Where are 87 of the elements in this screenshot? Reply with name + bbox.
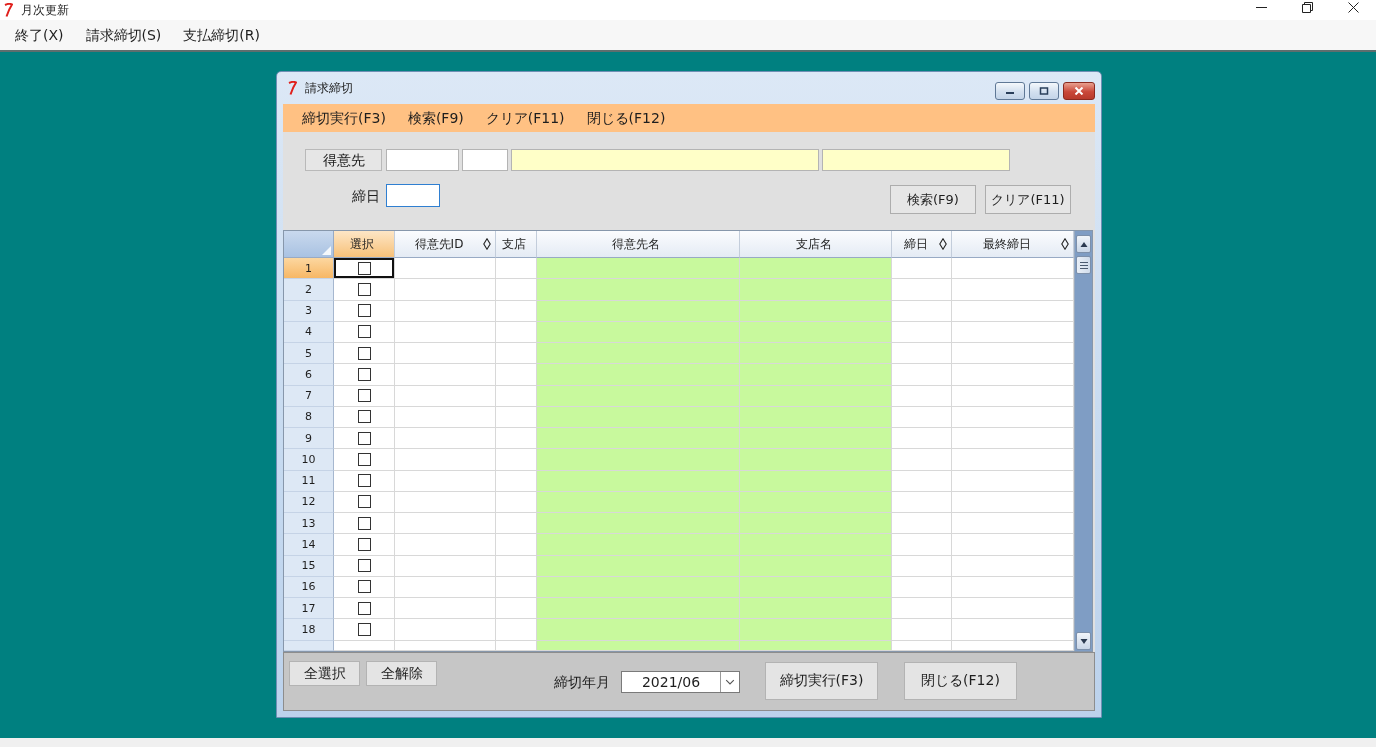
scroll-up-button[interactable] bbox=[1076, 235, 1091, 253]
column-header[interactable]: 支店 bbox=[496, 231, 537, 258]
row-header[interactable]: 3 bbox=[284, 300, 334, 322]
column-header[interactable]: 支店名 bbox=[740, 231, 892, 258]
row-header[interactable]: 13 bbox=[284, 513, 334, 535]
scroll-down-button[interactable] bbox=[1076, 632, 1091, 650]
row-header[interactable]: 1 bbox=[284, 258, 334, 280]
select-button[interactable]: 全解除 bbox=[366, 661, 437, 686]
row-header[interactable]: 15 bbox=[284, 555, 334, 577]
logo-icon bbox=[4, 3, 13, 17]
toolbar-button[interactable]: 締切実行(F3) bbox=[302, 108, 386, 128]
checkbox[interactable] bbox=[357, 282, 371, 296]
up-triangle-icon bbox=[1079, 240, 1088, 248]
dialog-title: 請求締切 bbox=[305, 80, 353, 96]
input-field[interactable] bbox=[386, 149, 459, 171]
row-header[interactable]: 4 bbox=[284, 321, 334, 343]
toolbar-button[interactable]: 閉じる(F12) bbox=[586, 108, 666, 128]
filter-button[interactable]: 検索(F9) bbox=[890, 185, 976, 214]
checkbox[interactable] bbox=[357, 346, 371, 360]
menu-item[interactable]: 請求締切(S) bbox=[74, 24, 173, 46]
checkbox[interactable] bbox=[357, 580, 371, 594]
checkbox[interactable] bbox=[357, 559, 371, 573]
action-button[interactable]: 締切実行(F3) bbox=[765, 662, 878, 700]
checkbox[interactable] bbox=[357, 601, 371, 615]
maximize-button[interactable] bbox=[1029, 82, 1059, 100]
row-header[interactable]: 7 bbox=[284, 385, 334, 407]
row-header[interactable]: 14 bbox=[284, 534, 334, 556]
row-header[interactable]: 11 bbox=[284, 470, 334, 492]
grip-icon bbox=[1079, 261, 1088, 269]
action-button[interactable]: 閉じる(F12) bbox=[904, 662, 1017, 700]
column-header[interactable]: 最終締日 bbox=[952, 231, 1074, 258]
checkbox[interactable] bbox=[357, 325, 371, 339]
maximize-icon bbox=[1039, 87, 1049, 95]
month-select[interactable]: 2021/06 bbox=[621, 671, 740, 693]
checkbox[interactable] bbox=[357, 367, 371, 381]
window-title: 月次更新 bbox=[21, 2, 69, 18]
checkbox[interactable] bbox=[357, 452, 371, 466]
field-label: 締切年月 bbox=[554, 673, 610, 692]
checkbox[interactable] bbox=[357, 474, 371, 488]
scrollbar-track[interactable] bbox=[1074, 231, 1092, 651]
checkbox[interactable] bbox=[357, 516, 371, 530]
column-header[interactable]: 得意先名 bbox=[537, 231, 740, 258]
checkbox[interactable] bbox=[357, 622, 371, 636]
row-header[interactable]: 6 bbox=[284, 364, 334, 386]
column-header[interactable]: 選択 bbox=[334, 231, 395, 258]
checkbox[interactable] bbox=[357, 389, 371, 403]
close-icon bbox=[1074, 87, 1084, 95]
minimize-button[interactable] bbox=[995, 82, 1025, 100]
checkbox[interactable] bbox=[357, 495, 371, 509]
menu-item[interactable]: 終了(X) bbox=[4, 24, 75, 46]
scrollbar-thumb[interactable] bbox=[1076, 256, 1091, 274]
checkbox[interactable] bbox=[357, 304, 371, 318]
input-field[interactable] bbox=[462, 149, 508, 171]
input-field[interactable] bbox=[386, 184, 440, 207]
checkbox[interactable] bbox=[357, 431, 371, 445]
checkbox[interactable] bbox=[357, 410, 371, 424]
customer-button[interactable]: 得意先 bbox=[305, 149, 382, 171]
diamond-icon bbox=[483, 238, 491, 250]
row-header[interactable]: 8 bbox=[284, 406, 334, 428]
column-header[interactable]: 得意先ID bbox=[395, 231, 496, 258]
diamond-icon bbox=[939, 238, 947, 250]
row-header[interactable]: 16 bbox=[284, 576, 334, 598]
filter-button[interactable]: クリア(F11) bbox=[985, 185, 1071, 214]
row-header[interactable]: 9 bbox=[284, 428, 334, 450]
column-header[interactable]: 締日 bbox=[892, 231, 952, 258]
select-button[interactable]: 全選択 bbox=[289, 661, 360, 686]
display-field[interactable] bbox=[511, 149, 819, 171]
corner-triangle-icon bbox=[322, 246, 331, 255]
menu-item[interactable]: 支払締切(R) bbox=[172, 24, 271, 46]
display-field[interactable] bbox=[822, 149, 1010, 171]
checkbox[interactable] bbox=[357, 537, 371, 551]
field-label: 締日 bbox=[351, 187, 380, 206]
restore-icon bbox=[1301, 1, 1313, 13]
row-header[interactable]: 10 bbox=[284, 449, 334, 471]
down-triangle-icon bbox=[1079, 637, 1088, 645]
row-header[interactable]: 5 bbox=[284, 343, 334, 365]
checkbox[interactable] bbox=[357, 261, 371, 275]
diamond-icon bbox=[1061, 238, 1069, 250]
close-icon bbox=[1347, 1, 1359, 13]
close-button[interactable] bbox=[1063, 82, 1095, 100]
row-header[interactable]: 2 bbox=[284, 279, 334, 301]
toolbar-button[interactable]: 検索(F9) bbox=[407, 108, 464, 128]
row-header[interactable]: 12 bbox=[284, 491, 334, 513]
toolbar-button[interactable]: クリア(F11) bbox=[485, 108, 565, 128]
row-header[interactable]: 18 bbox=[284, 619, 334, 641]
row-header[interactable]: 17 bbox=[284, 598, 334, 620]
logo-icon bbox=[288, 81, 297, 95]
